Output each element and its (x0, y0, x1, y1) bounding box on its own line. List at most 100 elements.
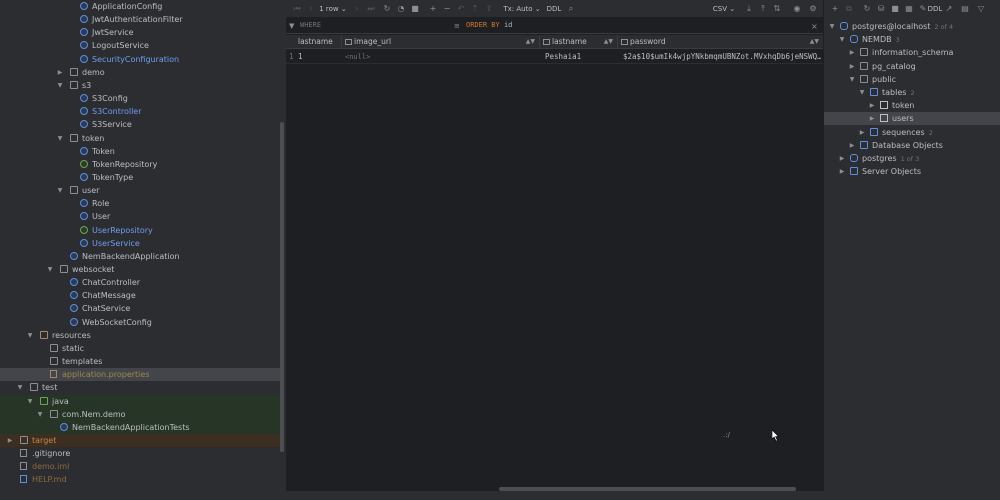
chevron-down-icon[interactable]: ▼ (828, 20, 836, 33)
tree-item[interactable]: TokenType (0, 171, 280, 184)
chevron-down-icon[interactable]: ▼ (46, 263, 54, 276)
chevron-right-icon[interactable]: ▶ (848, 60, 856, 73)
table-view-icon[interactable]: ▦ (904, 3, 914, 15)
table-cell[interactable]: $2a$10$umIk4wjpYNkbmqmUBNZot.MVxhqDb6jeN… (623, 50, 821, 64)
tree-item[interactable]: ApplicationConfig (0, 0, 280, 13)
tree-folder[interactable]: ▼ user (0, 184, 280, 197)
upload-icon[interactable]: ⤒ (758, 3, 768, 15)
transaction-mode-dropdown[interactable]: Tx: Auto ⌄ (502, 3, 542, 15)
tree-item[interactable]: S3Controller (0, 105, 280, 118)
tree-folder[interactable]: ▼ websocket (0, 263, 280, 276)
table-row[interactable]: 1 1 <null> Peshaia1 $2a$10$umIk4wjpYNkbm… (286, 50, 823, 64)
tree-item[interactable]: ChatService (0, 302, 280, 315)
tree-folder[interactable]: ▼ test (0, 381, 280, 394)
sort-arrow-icon[interactable]: ▲▼ (810, 35, 819, 49)
close-icon[interactable]: × (811, 22, 818, 31)
chevron-down-icon[interactable]: ▼ (56, 79, 64, 92)
tree-item[interactable]: TokenRepository (0, 158, 280, 171)
tree-folder[interactable]: ▼ s3 (0, 79, 280, 92)
tree-item[interactable]: User (0, 210, 280, 223)
chevron-right-icon[interactable]: ▶ (838, 165, 846, 178)
delete-row-icon[interactable]: − (442, 3, 452, 15)
tree-folder[interactable]: ▶ demo (0, 66, 280, 79)
order-by-input[interactable]: ORDER BY id (466, 21, 512, 29)
refresh-icon[interactable]: ↻ (382, 3, 392, 15)
refresh-icon[interactable]: ↻ (862, 3, 872, 15)
table-cell[interactable]: Peshaia1 (545, 50, 615, 64)
db-tree-item[interactable]: ▶ postgres 1 of 3 (824, 152, 1000, 165)
tree-item[interactable]: UserService (0, 237, 280, 250)
project-scrollbar[interactable] (280, 122, 284, 452)
db-tree-item[interactable]: ▼ NEMDB 3 (824, 33, 1000, 46)
tree-item[interactable]: .gitignore (0, 447, 280, 460)
where-filter-input[interactable]: WHERE (300, 21, 321, 29)
rows-count-dropdown[interactable]: 1 row ⌄ (318, 3, 348, 15)
chevron-down-icon[interactable]: ▼ (26, 329, 34, 342)
table-cell[interactable]: <null> (345, 50, 535, 64)
sort-arrow-icon[interactable]: ▲▼ (526, 35, 535, 49)
tree-item[interactable]: Role (0, 197, 280, 210)
tree-item[interactable]: S3Config (0, 92, 280, 105)
db-tree-item[interactable]: ▶ token (824, 99, 1000, 112)
view-icon[interactable]: ◉ (792, 3, 802, 15)
copy-icon[interactable]: ⧉ (844, 3, 854, 15)
column-header[interactable]: password ▲▼ (618, 35, 823, 49)
tree-item[interactable]: S3Service (0, 118, 280, 131)
column-header[interactable]: image_url ▲▼ (342, 35, 540, 49)
chevron-right-icon[interactable]: ▶ (848, 46, 856, 59)
tree-folder[interactable]: ▼ com.Nem.demo (0, 407, 280, 421)
export-format-dropdown[interactable]: CSV ⌄ (712, 3, 736, 15)
chevron-right-icon[interactable]: ▶ (868, 112, 876, 125)
chevron-down-icon[interactable]: ▼ (26, 395, 34, 408)
preview-changes-icon[interactable]: ⇡ (470, 3, 480, 15)
add-row-icon[interactable]: + (428, 3, 438, 15)
tree-item[interactable]: HELP.md (0, 473, 280, 486)
prev-page-icon[interactable]: ‹ (306, 3, 316, 15)
stop-icon[interactable]: ■ (410, 3, 420, 15)
search-icon[interactable]: ⌕ (566, 3, 576, 15)
filter-icon[interactable]: ▽ (976, 3, 986, 15)
compare-icon[interactable]: ⇅ (772, 3, 782, 15)
chevron-right-icon[interactable]: ▶ (858, 126, 866, 139)
last-page-icon[interactable]: ⏭ (366, 3, 376, 15)
tree-item[interactable]: SecurityConfiguration (0, 53, 280, 66)
tree-folder[interactable]: ▶ target (0, 433, 280, 447)
ddl-button[interactable]: DDL (924, 3, 946, 15)
tree-item[interactable]: WebSocketConfig (0, 316, 280, 329)
chevron-down-icon[interactable]: ▼ (56, 184, 64, 197)
chevron-down-icon[interactable]: ▼ (858, 86, 866, 99)
tree-item[interactable]: ChatController (0, 276, 280, 289)
revert-icon[interactable]: ↶ (456, 3, 466, 15)
chevron-down-icon[interactable]: ▼ (56, 132, 64, 145)
tree-folder[interactable]: templates (0, 355, 280, 368)
chevron-right-icon[interactable]: ▶ (56, 66, 64, 79)
tree-item[interactable]: JwtAuthenticationFilter (0, 13, 280, 26)
db-tree-item[interactable]: ▼ public (824, 73, 1000, 86)
chevron-down-icon[interactable]: ▼ (16, 381, 24, 394)
submit-icon[interactable]: ⇧ (484, 3, 494, 15)
tree-item[interactable]: JwtService (0, 26, 280, 39)
tree-item[interactable]: UserRepository (0, 224, 280, 237)
history-icon[interactable]: ◔ (396, 3, 406, 15)
tree-folder[interactable]: static (0, 342, 280, 355)
chevron-down-icon[interactable]: ▼ (36, 408, 44, 421)
tree-item[interactable]: NemBackendApplication (0, 250, 280, 263)
table-cell[interactable]: 1 (298, 50, 338, 64)
tree-item[interactable]: demo.iml (0, 460, 280, 473)
db-tree-item[interactable]: ▶ Database Objects (824, 139, 1000, 152)
chevron-right-icon[interactable]: ▶ (848, 139, 856, 152)
sort-arrow-icon[interactable]: ▲▼ (604, 35, 613, 49)
db-tree-item[interactable]: ▶ Server Objects (824, 165, 1000, 178)
data-source-properties-icon[interactable]: ⛁ (876, 3, 886, 15)
stop-icon[interactable]: ■ (890, 3, 900, 15)
settings-gear-icon[interactable]: ⚙ (808, 3, 818, 15)
chevron-right-icon[interactable]: ▶ (838, 152, 846, 165)
column-header[interactable]: lastname ▲▼ (540, 35, 618, 49)
tree-item[interactable]: LogoutService (0, 39, 280, 52)
tree-item[interactable]: application.properties (0, 368, 280, 382)
next-page-icon[interactable]: › (352, 3, 362, 15)
db-tree-item[interactable]: ▶ pg_catalog (824, 60, 1000, 73)
chevron-down-icon[interactable]: ▼ (838, 33, 846, 46)
chevron-right-icon[interactable]: ▶ (868, 99, 876, 112)
first-page-icon[interactable]: ⏮ (292, 3, 302, 15)
